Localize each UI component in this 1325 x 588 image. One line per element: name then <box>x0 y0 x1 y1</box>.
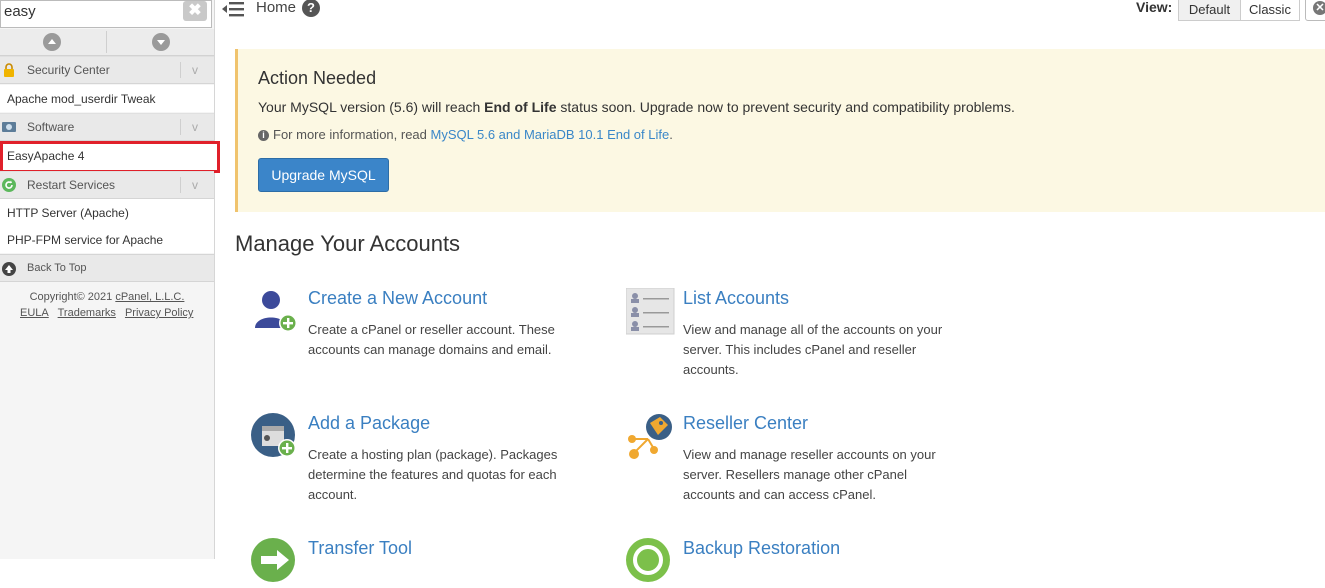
upgrade-mysql-button[interactable]: Upgrade MySQL <box>258 158 389 192</box>
feature-description: View and manage reseller accounts on you… <box>683 447 936 502</box>
alert-message-text: Your MySQL version (5.6) will reach <box>258 99 485 115</box>
feature-description: View and manage all of the accounts on y… <box>683 322 943 377</box>
category-label: Software <box>27 120 75 134</box>
info-icon: i <box>258 130 269 141</box>
chevron-down-icon[interactable]: v <box>192 178 198 192</box>
add-package-icon[interactable] <box>251 413 301 463</box>
legal-links: EULA Trademarks Privacy Policy <box>20 307 199 319</box>
reseller-center-icon[interactable] <box>626 413 676 463</box>
software-icon <box>2 122 16 132</box>
sidebar-item-php-fpm[interactable]: PHP-FPM service for Apache <box>0 226 214 253</box>
alert-message-text: status soon. Upgrade now to prevent secu… <box>556 99 1015 115</box>
end-of-life-link[interactable]: MySQL 5.6 and MariaDB 10.1 End of Life <box>431 127 670 142</box>
copyright-text: Copyright© 2021 <box>29 291 116 303</box>
lock-icon <box>4 63 14 77</box>
feature-title[interactable]: Transfer Tool <box>308 538 412 559</box>
feature-title[interactable]: List Accounts <box>683 288 789 309</box>
help-icon[interactable]: ? <box>302 0 320 17</box>
breadcrumb-home[interactable]: Home <box>256 0 296 16</box>
copyright: Copyright© 2021 cPanel, L.L.C. <box>0 288 214 307</box>
sidebar: ✖ Security Center v Apache mod_userdir T… <box>0 0 220 559</box>
alert-message-emphasis: End of Life <box>484 99 557 115</box>
category-security-center[interactable]: Security Center v <box>0 56 214 84</box>
category-label: Restart Services <box>27 178 116 192</box>
restart-icon <box>2 178 16 192</box>
category-restart-services[interactable]: Restart Services v <box>0 171 214 199</box>
feature-title[interactable]: Create a New Account <box>308 288 487 309</box>
arrow-up-icon <box>2 262 16 276</box>
trademarks-link[interactable]: Trademarks <box>58 307 116 319</box>
eula-link[interactable]: EULA <box>20 307 49 319</box>
close-icon: ✕ <box>1313 1 1325 15</box>
divider <box>180 119 181 135</box>
chevron-down-icon[interactable]: v <box>192 63 198 77</box>
view-label: View: <box>1136 0 1173 15</box>
action-needed-alert: Action Needed Your MySQL version (5.6) w… <box>235 49 1325 212</box>
alert-message: Your MySQL version (5.6) will reach End … <box>258 99 1015 115</box>
search-input[interactable] <box>4 1 180 21</box>
divider <box>180 62 181 78</box>
back-to-top-button[interactable]: Back To Top <box>0 254 214 282</box>
divider <box>180 177 181 193</box>
sidebar-item-http-server[interactable]: HTTP Server (Apache) <box>0 199 214 226</box>
sidebar-item-easyapache-4[interactable]: EasyApache 4 <box>0 141 220 173</box>
feature-description: Create a hosting plan (package). Package… <box>308 447 558 502</box>
search-box: ✖ <box>0 0 212 28</box>
transfer-tool-icon[interactable] <box>251 538 301 588</box>
feature-title[interactable]: Add a Package <box>308 413 430 434</box>
sidebar-item-apache-mod-userdir-tweak[interactable]: Apache mod_userdir Tweak <box>0 85 214 112</box>
alert-title: Action Needed <box>258 68 377 88</box>
divider <box>106 31 107 53</box>
chevron-down-icon[interactable]: v <box>192 120 198 134</box>
category-nav-arrows <box>0 29 214 56</box>
alert-info-text: For more information, read <box>273 127 431 142</box>
clear-search-button[interactable]: ✖ <box>183 1 207 21</box>
view-classic-button[interactable]: Classic <box>1240 0 1300 21</box>
alert-info-text: . <box>669 127 673 142</box>
alert-info: i For more information, read MySQL 5.6 an… <box>258 127 673 142</box>
backup-restoration-icon[interactable] <box>626 538 676 588</box>
feature-title[interactable]: Reseller Center <box>683 413 808 434</box>
top-bar: Home ? View: Default Classic ✕ <box>214 0 1325 24</box>
back-to-top-label: Back To Top <box>27 262 87 274</box>
collapse-menu-icon[interactable] <box>222 1 244 17</box>
cpanel-link[interactable]: cPanel, L.L.C. <box>115 291 184 303</box>
list-accounts-icon[interactable] <box>626 288 676 338</box>
section-title: Manage Your Accounts <box>235 231 461 256</box>
view-default-button[interactable]: Default <box>1178 0 1241 21</box>
feature-title[interactable]: Backup Restoration <box>683 538 840 559</box>
feature-description: Create a cPanel or reseller account. The… <box>308 322 555 357</box>
privacy-policy-link[interactable]: Privacy Policy <box>125 307 193 319</box>
close-view-button[interactable]: ✕ <box>1305 0 1325 21</box>
chevron-down-icon[interactable] <box>152 33 170 51</box>
add-user-icon[interactable] <box>251 288 301 338</box>
category-label: Security Center <box>27 63 110 77</box>
chevron-up-icon[interactable] <box>43 33 61 51</box>
category-software[interactable]: Software v <box>0 113 214 141</box>
